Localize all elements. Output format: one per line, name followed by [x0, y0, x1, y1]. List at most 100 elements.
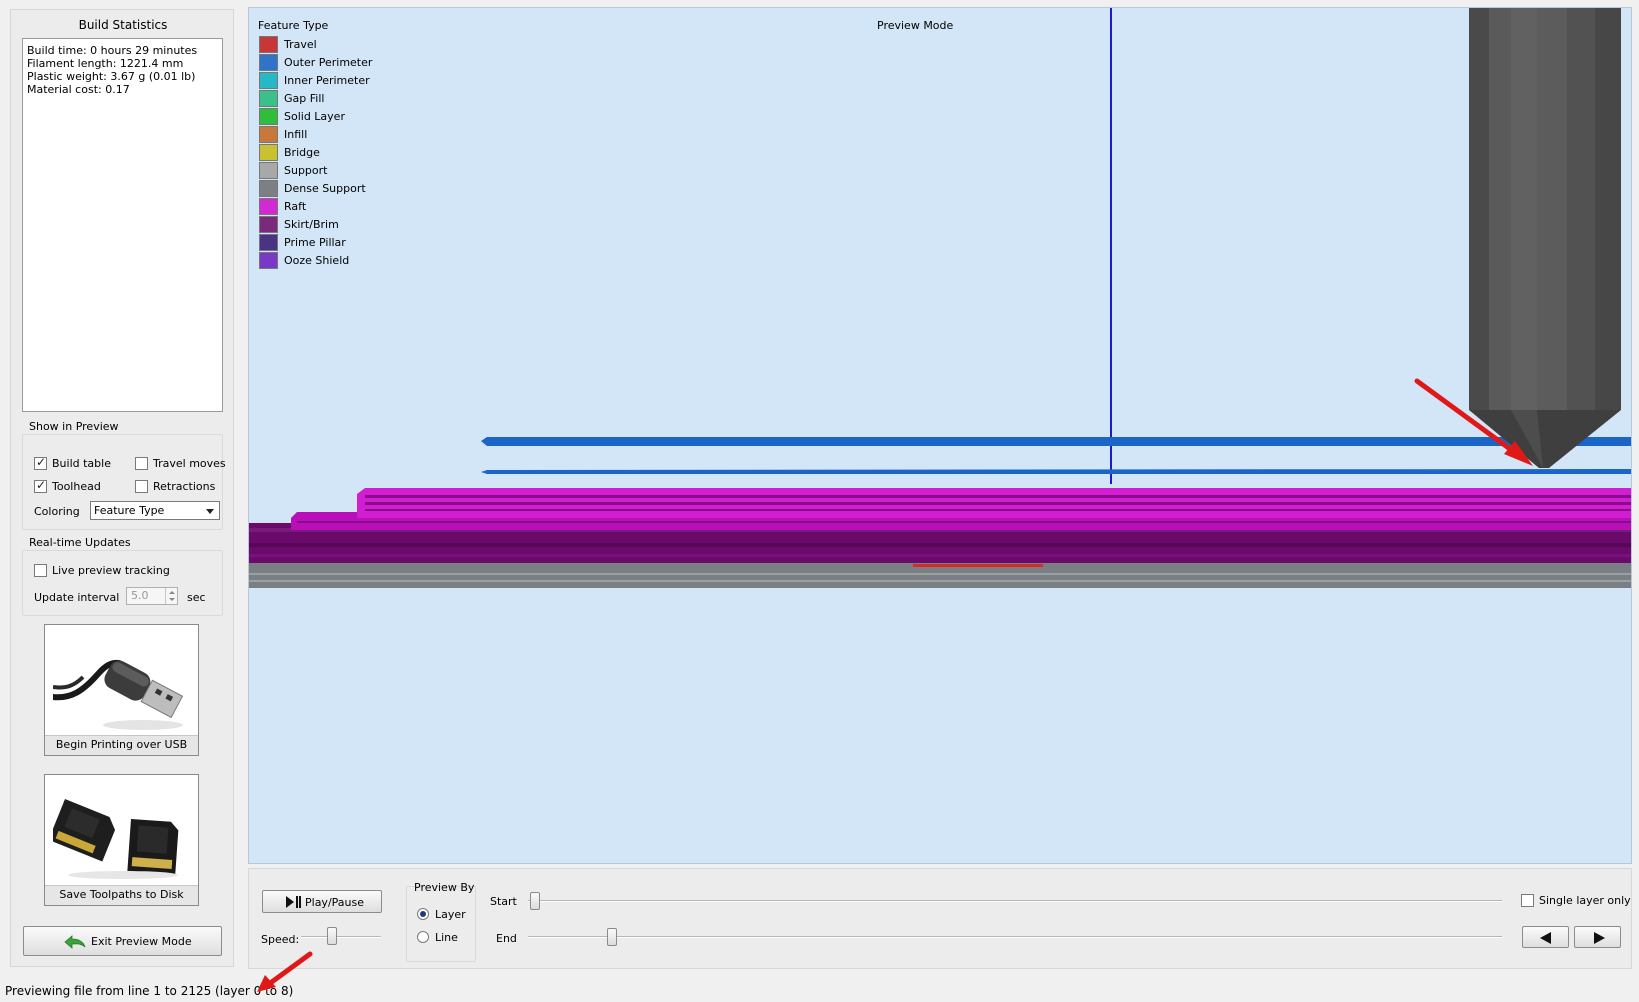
preview-mode-label: Preview Mode — [877, 19, 954, 32]
legend-label: Dense Support — [284, 182, 366, 195]
legend-label: Travel — [284, 38, 317, 51]
build-statistics-box: Build time: 0 hours 29 minutes Filament … — [22, 38, 223, 412]
begin-printing-usb-label: Begin Printing over USB — [45, 735, 198, 755]
update-interval-spinbox[interactable]: 5.0 — [126, 587, 178, 605]
legend-swatch — [259, 90, 278, 107]
speed-label: Speed: — [261, 933, 300, 946]
start-slider-thumb[interactable] — [530, 892, 540, 910]
playback-panel: Play/Pause Speed: Layer Line Preview By … — [248, 868, 1632, 969]
toolhead-label: Toolhead — [52, 480, 101, 493]
legend-swatch — [259, 54, 278, 71]
exit-preview-mode-label: Exit Preview Mode — [91, 935, 192, 948]
realtime-updates-title: Real-time Updates — [29, 536, 131, 549]
update-interval-value: 5.0 — [131, 589, 149, 602]
legend-title: Feature Type — [258, 19, 329, 32]
outer-perimeter-line-1 — [481, 437, 1631, 446]
live-preview-checkbox[interactable] — [34, 564, 47, 577]
line-radio-label: Line — [435, 931, 458, 944]
play-pause-button[interactable]: Play/Pause — [262, 890, 382, 913]
preview-by-group: Layer Line — [406, 886, 476, 962]
legend-label: Skirt/Brim — [284, 218, 339, 231]
save-toolpaths-label: Save Toolpaths to Disk — [45, 885, 198, 905]
legend-label: Inner Perimeter — [284, 74, 370, 87]
status-text: Previewing file from line 1 to 2125 (lay… — [5, 984, 294, 998]
legend-swatch — [259, 72, 278, 89]
status-annotation-arrow — [257, 951, 313, 992]
back-arrow-icon — [64, 935, 86, 949]
coloring-label: Coloring — [34, 505, 80, 518]
retractions-label: Retractions — [153, 480, 216, 493]
legend-swatch — [259, 198, 278, 215]
arrow-right-icon — [1594, 932, 1605, 944]
legend-swatch — [259, 252, 278, 269]
realtime-updates-group: Live preview tracking Update interval 5.… — [22, 550, 223, 616]
legend-label: Outer Perimeter — [284, 56, 373, 69]
legend-label: Prime Pillar — [284, 236, 346, 249]
end-slider-thumb[interactable] — [607, 928, 617, 946]
left-panel: Build Statistics Build time: 0 hours 29 … — [10, 9, 234, 967]
begin-printing-usb-button[interactable]: Begin Printing over USB — [44, 624, 199, 756]
live-preview-label: Live preview tracking — [52, 564, 170, 577]
legend-swatch — [259, 162, 278, 179]
legend-swatch — [259, 36, 278, 53]
retractions-checkbox[interactable] — [135, 480, 148, 493]
layer-radio[interactable] — [417, 908, 429, 920]
legend-label: Infill — [284, 128, 308, 141]
build-time-text: Build time: 0 hours 29 minutes — [27, 44, 198, 57]
update-interval-unit: sec — [187, 591, 206, 604]
exit-preview-mode-button[interactable]: Exit Preview Mode — [23, 926, 222, 956]
usb-cable-icon — [53, 659, 184, 730]
coloring-dropdown[interactable]: Feature Type — [90, 501, 220, 520]
layer-radio-label: Layer — [435, 908, 466, 921]
line-radio[interactable] — [417, 931, 429, 943]
sd-card-icon — [53, 799, 179, 879]
show-in-preview-title: Show in Preview — [29, 420, 119, 433]
legend-label: Bridge — [284, 146, 320, 159]
legend-swatch — [259, 144, 278, 161]
legend-label: Support — [284, 164, 328, 177]
legend-label: Gap Fill — [284, 92, 325, 105]
update-interval-label: Update interval — [34, 591, 120, 604]
legend-swatch — [259, 234, 278, 251]
coloring-dropdown-value: Feature Type — [94, 504, 165, 517]
next-layer-button[interactable] — [1574, 926, 1621, 948]
travel-moves-checkbox[interactable] — [135, 457, 148, 470]
preview-by-title: Preview By — [414, 881, 475, 894]
preview-viewport[interactable]: Feature Type Preview Mode Travel Outer Pe… — [248, 7, 1632, 864]
build-table-label: Build table — [52, 457, 111, 470]
build-table-checkbox[interactable] — [34, 455, 47, 470]
legend-label: Solid Layer — [284, 110, 345, 123]
single-layer-checkbox[interactable] — [1521, 894, 1534, 907]
build-statistics-title: Build Statistics — [78, 18, 168, 32]
legend-swatch — [259, 126, 278, 143]
travel-moves-label: Travel moves — [153, 457, 226, 470]
previous-layer-button[interactable] — [1522, 926, 1569, 948]
filament-length-text: Filament length: 1221.4 mm — [27, 57, 184, 70]
play-pause-icon — [286, 896, 301, 908]
legend-swatch — [259, 108, 278, 125]
legend-swatch — [259, 180, 278, 197]
start-label: Start — [490, 895, 517, 908]
show-in-preview-group: Build table Travel moves Toolhead Retrac… — [22, 434, 226, 530]
plastic-weight-text: Plastic weight: 3.67 g (0.01 lb) — [27, 70, 196, 83]
single-layer-label: Single layer only — [1539, 894, 1631, 907]
travel-segment — [913, 564, 1043, 567]
outer-perimeter-line-2 — [481, 469, 1631, 474]
play-pause-label: Play/Pause — [305, 896, 364, 909]
start-slider-track[interactable] — [528, 900, 1502, 902]
feature-type-legend: Travel Outer Perimeter Inner Perimeter Gap … — [249, 36, 469, 276]
axis-line — [1110, 8, 1112, 484]
save-toolpaths-button[interactable]: Save Toolpaths to Disk — [44, 774, 199, 906]
toolhead-checkbox[interactable] — [34, 478, 47, 493]
legend-swatch — [259, 216, 278, 233]
speed-slider-thumb[interactable] — [327, 927, 337, 945]
chevron-down-icon — [206, 509, 214, 514]
legend-label: Raft — [284, 200, 307, 213]
end-label: End — [496, 932, 517, 945]
end-slider-track[interactable] — [528, 936, 1502, 938]
speed-slider-track[interactable] — [301, 936, 381, 938]
arrow-left-icon — [1540, 932, 1551, 944]
material-cost-text: Material cost: 0.17 — [27, 83, 130, 96]
legend-label: Ooze Shield — [284, 254, 350, 267]
spin-arrows-icon[interactable] — [165, 588, 177, 604]
